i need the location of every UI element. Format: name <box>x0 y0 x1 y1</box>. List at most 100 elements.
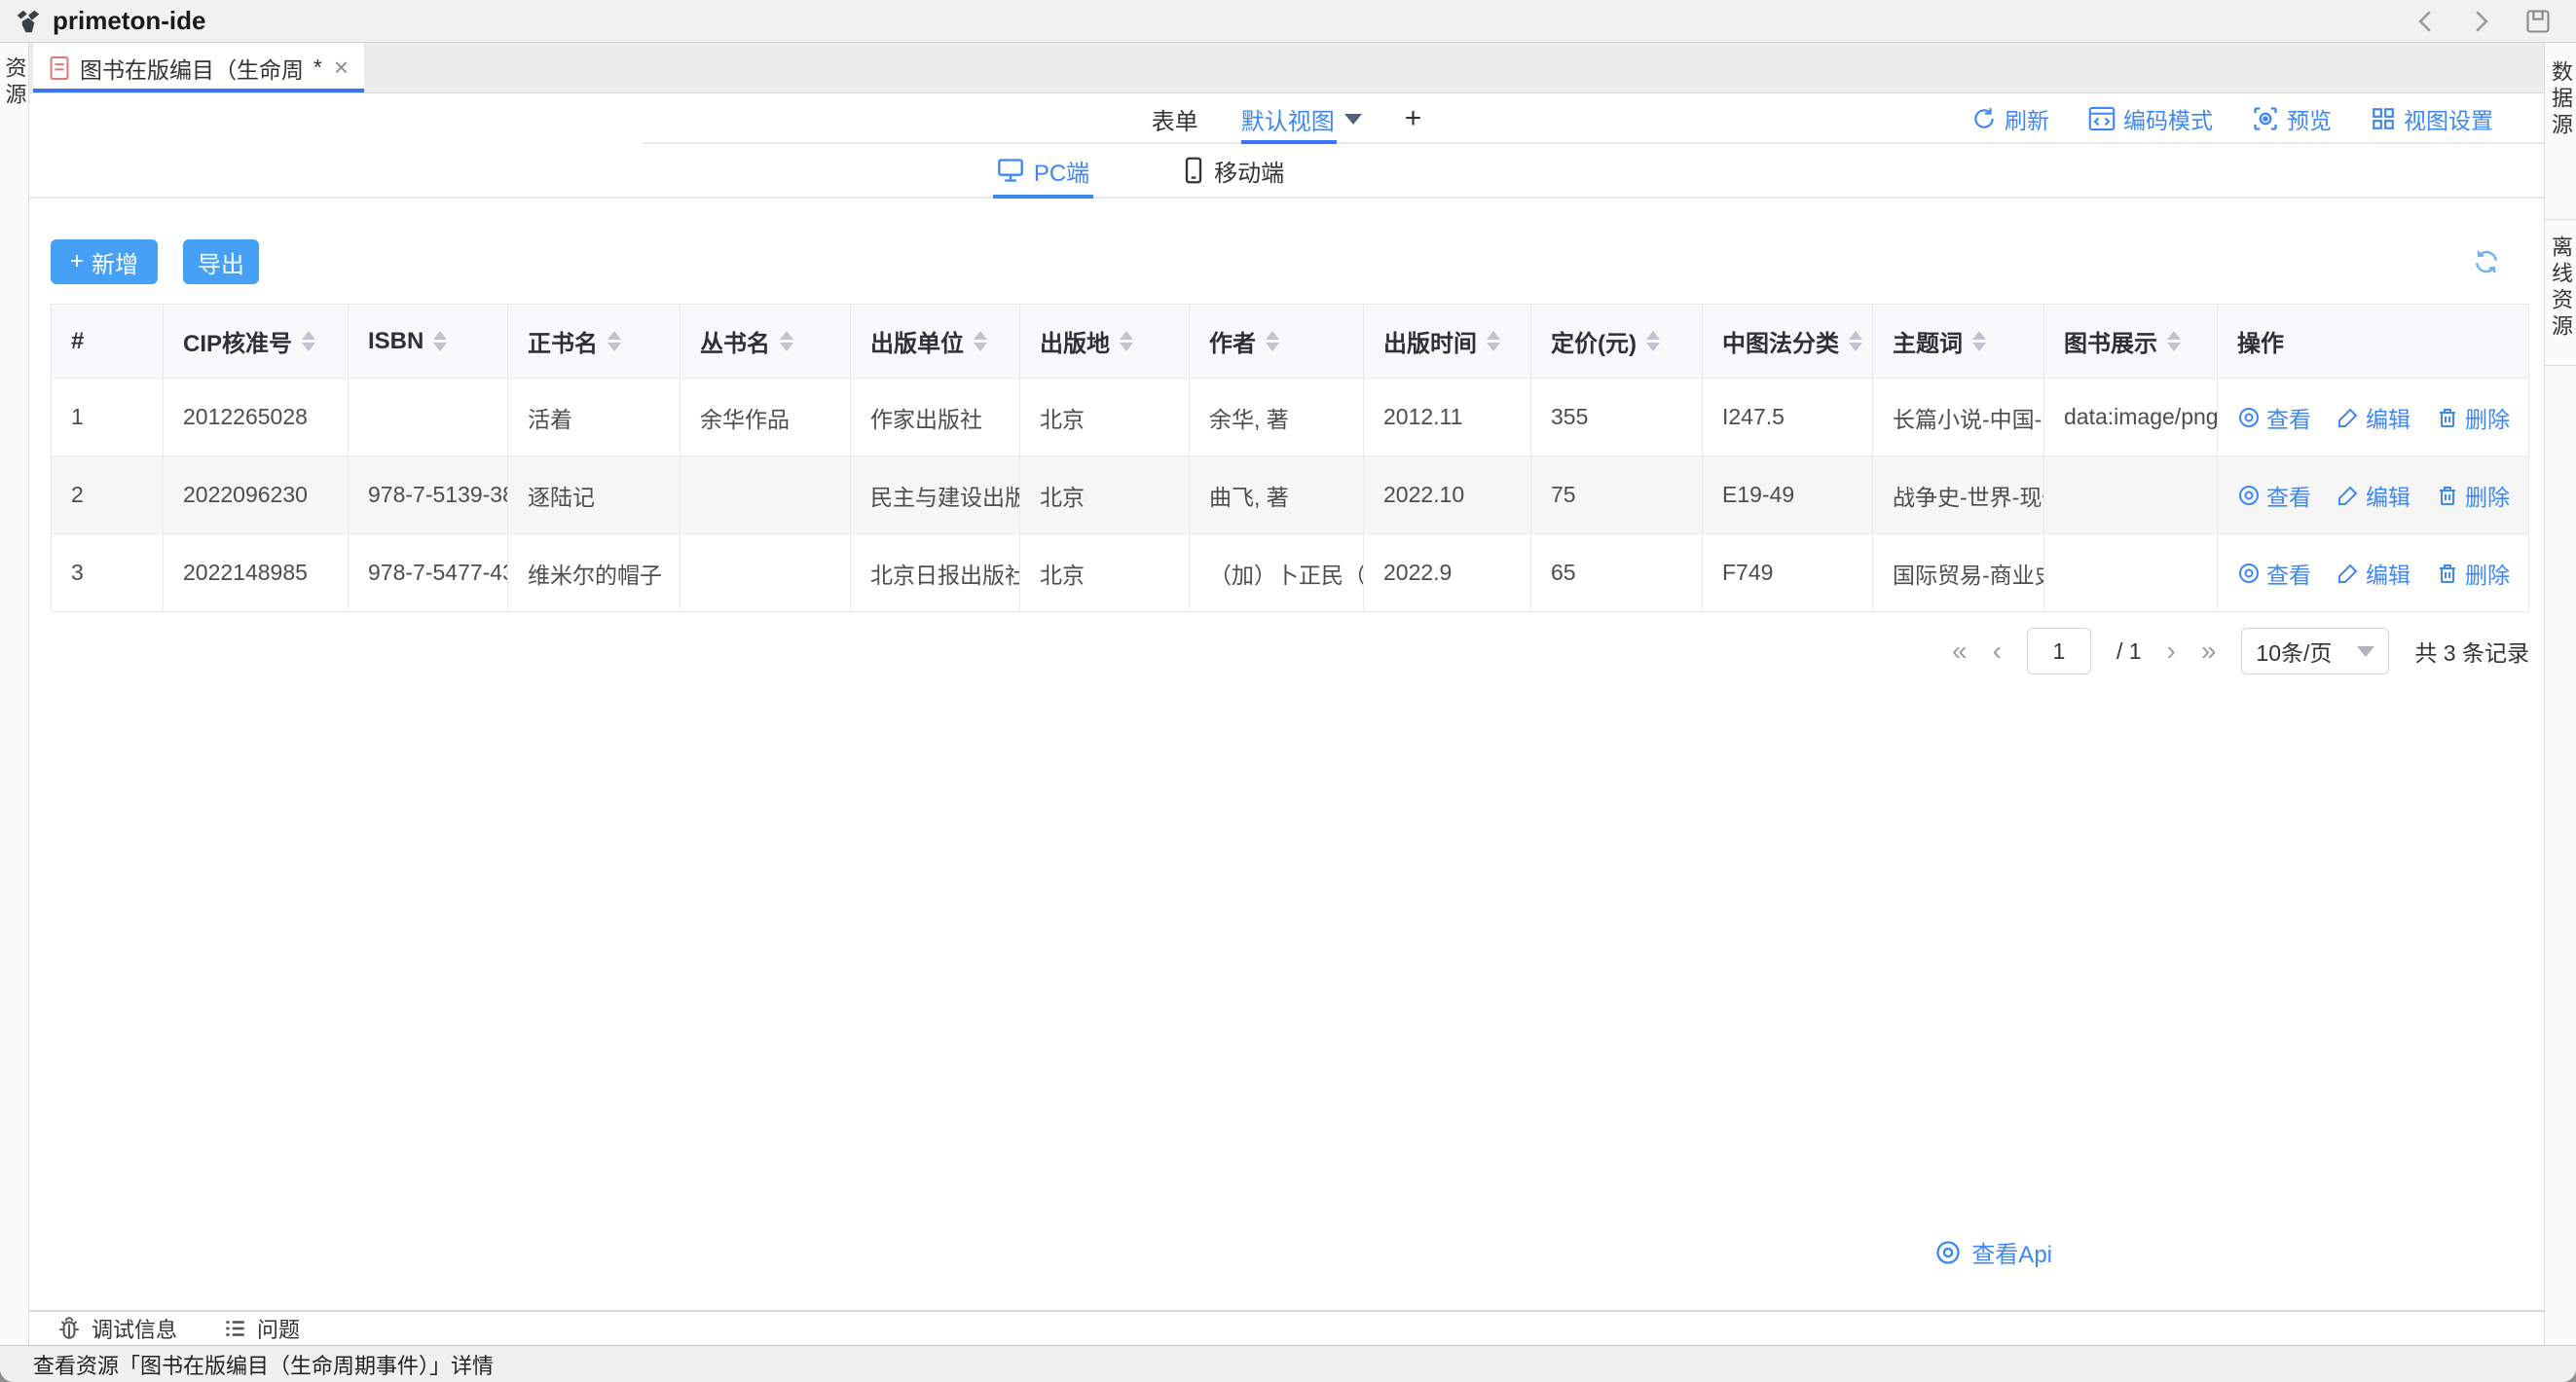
col-header-isbn[interactable]: ISBN <box>349 305 508 378</box>
eye-icon <box>2237 406 2261 429</box>
col-header-cip[interactable]: CIP核准号 <box>164 305 349 378</box>
col-header-cover[interactable]: 图书展示 <box>2044 305 2218 378</box>
cell: 75 <box>1531 456 1703 533</box>
cell <box>681 534 851 611</box>
cell <box>2044 456 2218 533</box>
rail-offline-resources[interactable]: 离线资源 <box>2545 236 2576 365</box>
cell: 2022148985 <box>164 534 349 611</box>
pagination: « ‹ 1 / 1 › » 10条/页 共 3 条记录 <box>51 628 2529 674</box>
sort-icon[interactable] <box>1646 331 1660 351</box>
sort-icon[interactable] <box>607 331 621 351</box>
refresh-button[interactable]: 刷新 <box>1971 102 2049 135</box>
cell: 余华, 著 <box>1190 379 1364 455</box>
editor-tab-bar: 图书在版编目（生命周期事件） * × <box>29 43 2544 93</box>
table-refresh-icon[interactable] <box>2473 248 2500 275</box>
list-icon <box>222 1316 247 1341</box>
edit-row-button[interactable]: 编辑 <box>2337 557 2410 590</box>
col-header-title[interactable]: 正书名 <box>508 305 681 378</box>
col-header-author[interactable]: 作者 <box>1190 305 1364 378</box>
tab-form[interactable]: 表单 <box>1152 93 1198 144</box>
table-row: 1 2012265028 活着 余华作品 作家出版社 北京 余华, 著 2012… <box>52 379 2528 456</box>
delete-row-button[interactable]: 删除 <box>2436 401 2510 434</box>
cell: 国际贸易-商业史- <box>1873 534 2044 611</box>
row-actions: 查看 编辑 删除 <box>2218 379 2530 455</box>
debug-info-button[interactable]: 调试信息 <box>56 1313 177 1344</box>
tab-default-view[interactable]: 默认视图 <box>1241 93 1362 144</box>
table-row: 2 2022096230 978-7-5139-3866 逐陆记 民主与建设出版… <box>52 456 2528 534</box>
col-header-index: # <box>52 305 164 378</box>
editor-tab[interactable]: 图书在版编目（生命周期事件） * × <box>33 43 364 92</box>
view-row-button[interactable]: 查看 <box>2237 479 2311 512</box>
col-header-publisher[interactable]: 出版单位 <box>851 305 1020 378</box>
col-header-price[interactable]: 定价(元) <box>1531 305 1703 378</box>
tab-pc[interactable]: PC端 <box>997 144 1089 197</box>
table-row: 3 2022148985 978-7-5477-4378 维米尔的帽子 北京日报… <box>52 534 2528 612</box>
app-title: primeton-ide <box>53 6 205 36</box>
sort-icon[interactable] <box>433 331 447 351</box>
export-button[interactable]: 导出 <box>183 239 259 284</box>
table-toolbar: + 新增 导出 <box>51 239 2529 284</box>
bug-icon <box>56 1316 82 1341</box>
sort-icon[interactable] <box>2167 331 2181 351</box>
cell: 3 <box>52 534 164 611</box>
nav-forward-icon[interactable] <box>2467 7 2496 36</box>
col-header-series[interactable]: 丛书名 <box>681 305 851 378</box>
edit-row-button[interactable]: 编辑 <box>2337 479 2410 512</box>
delete-row-button[interactable]: 删除 <box>2436 479 2510 512</box>
add-button[interactable]: + 新增 <box>51 239 158 284</box>
cell: 北京日报出版社 <box>851 534 1020 611</box>
books-table: # CIP核准号 ISBN 正书名 丛书名 出版单位 出版地 作者 出版时间 定… <box>51 304 2529 612</box>
edit-row-button[interactable]: 编辑 <box>2337 401 2410 434</box>
tab-mobile[interactable]: 移动端 <box>1183 144 1284 197</box>
sort-icon[interactable] <box>974 331 987 351</box>
col-header-pubdate[interactable]: 出版时间 <box>1364 305 1531 378</box>
col-header-clc[interactable]: 中图法分类 <box>1703 305 1873 378</box>
cell: 维米尔的帽子 <box>508 534 681 611</box>
cell <box>681 456 851 533</box>
view-row-button[interactable]: 查看 <box>2237 557 2311 590</box>
close-icon[interactable]: × <box>334 53 349 83</box>
pencil-icon <box>2337 562 2360 585</box>
prev-page-button[interactable]: ‹ <box>1993 637 2002 665</box>
cell: 355 <box>1531 379 1703 455</box>
next-page-button[interactable]: › <box>2167 637 2176 665</box>
chevron-down-icon <box>1344 114 1362 125</box>
col-header-subject[interactable]: 主题词 <box>1873 305 2044 378</box>
sort-icon[interactable] <box>1849 331 1862 351</box>
rail-resources[interactable]: 资源 <box>0 43 30 109</box>
cell: 作家出版社 <box>851 379 1020 455</box>
first-page-button[interactable]: « <box>1952 637 1968 665</box>
view-row-button[interactable]: 查看 <box>2237 401 2311 434</box>
sort-icon[interactable] <box>302 331 315 351</box>
dirty-indicator: * <box>313 55 322 81</box>
sort-icon[interactable] <box>1487 331 1500 351</box>
sort-icon[interactable] <box>1120 331 1133 351</box>
nav-back-icon[interactable] <box>2410 7 2440 36</box>
rail-data-source[interactable]: 数据源 <box>2545 60 2576 219</box>
save-icon[interactable] <box>2523 7 2553 36</box>
sort-icon[interactable] <box>1972 331 1986 351</box>
eye-icon <box>2237 562 2261 585</box>
problems-button[interactable]: 问题 <box>222 1313 300 1344</box>
view-settings-button[interactable]: 视图设置 <box>2371 102 2493 135</box>
right-rail: 数据源 离线资源 <box>2544 43 2576 1345</box>
preview-button[interactable]: 预览 <box>2252 102 2332 135</box>
cell: 活着 <box>508 379 681 455</box>
code-mode-button[interactable]: 编码模式 <box>2088 102 2213 135</box>
cell: 2 <box>52 456 164 533</box>
chevron-down-icon <box>2357 646 2374 657</box>
page-input[interactable]: 1 <box>2027 628 2091 674</box>
add-view-button[interactable]: + <box>1405 93 1422 144</box>
phone-icon <box>1183 157 1204 184</box>
cell: 2022.9 <box>1364 534 1531 611</box>
col-header-place[interactable]: 出版地 <box>1020 305 1190 378</box>
delete-row-button[interactable]: 删除 <box>2436 557 2510 590</box>
view-api-button[interactable]: 查看Api <box>1934 1235 2052 1269</box>
sort-icon[interactable] <box>1266 331 1279 351</box>
sort-icon[interactable] <box>780 331 793 351</box>
cell: 1 <box>52 379 164 455</box>
cell: 逐陆记 <box>508 456 681 533</box>
last-page-button[interactable]: » <box>2201 637 2217 665</box>
cell: 2022096230 <box>164 456 349 533</box>
page-size-select[interactable]: 10条/页 <box>2241 628 2389 674</box>
